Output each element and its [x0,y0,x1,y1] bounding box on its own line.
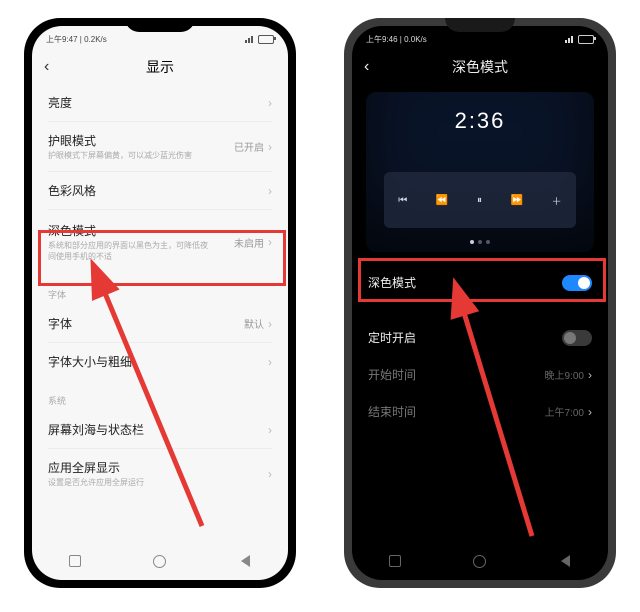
nav-back[interactable] [557,553,573,569]
preview-clock: 2:36 [455,108,506,134]
section-header-system: 系统 [32,380,288,411]
back-button[interactable]: ‹ [44,58,49,76]
row-dark-mode[interactable]: 深色模式 系统和部分应用的界面以黑色为主，可降低夜间使用手机的不适 未启用 › [32,210,288,274]
row-brightness[interactable]: 亮度 › [32,84,288,121]
row-label: 结束时间 [368,403,416,420]
signal-icon [245,36,255,43]
row-fullscreen-apps[interactable]: 应用全屏显示 设置是否允许应用全屏运行 › [32,449,288,498]
notch [445,18,515,32]
section-header-font: 字体 [32,274,288,305]
dot [470,240,474,244]
plus-icon: ＋ [552,193,562,208]
preview-media-card: ⏮ ⏪ ⏸ ⏩ ＋ [384,172,576,228]
row-label: 字体大小与粗细 [48,353,132,370]
row-font[interactable]: 字体 默认 › [32,305,288,342]
title-bar: ‹ 显示 [32,50,288,84]
toggle-switch[interactable] [562,275,592,291]
settings-list: 亮度 › 护眼模式 护眼模式下屏幕偏黄，可以减少蓝光伤害 已开启 › 色彩风格 … [32,84,288,509]
chevron-right-icon: › [268,140,272,154]
chevron-right-icon: › [268,317,272,331]
nav-recents[interactable] [387,553,403,569]
row-label: 深色模式 [368,274,416,291]
nav-bar [32,548,288,574]
signal-icon [565,36,575,43]
phone-left-frame: 上午9:47 | 0.2K/s ‹ 显示 亮度 › 护眼模式 护眼模式下屏幕偏黄… [24,18,296,588]
page-title: 深色模式 [452,57,508,77]
nav-home[interactable] [152,553,168,569]
back-button[interactable]: ‹ [364,58,369,76]
row-schedule-toggle[interactable]: 定时开启 [352,319,608,356]
nav-home[interactable] [472,553,488,569]
forward-icon: ⏩ [511,195,523,206]
row-label: 护眼模式 [48,132,192,149]
row-label: 屏幕刘海与状态栏 [48,421,144,438]
notch [125,18,195,32]
chevron-right-icon: › [268,423,272,437]
dark-mode-preview: 2:36 ⏮ ⏪ ⏸ ⏩ ＋ [366,92,594,252]
dot [486,240,490,244]
toggle-switch[interactable] [562,330,592,346]
row-end-time: 结束时间 上午7:00 › [352,393,608,430]
row-dark-mode-toggle[interactable]: 深色模式 [352,264,608,301]
status-time: 上午9:47 | 0.2K/s [46,34,107,45]
pause-icon: ⏸ [477,195,482,206]
row-eye-comfort[interactable]: 护眼模式 护眼模式下屏幕偏黄，可以减少蓝光伤害 已开启 › [32,122,288,171]
chevron-right-icon: › [268,235,272,249]
status-icons [245,35,274,44]
battery-icon [578,35,594,44]
row-label: 应用全屏显示 [48,459,144,476]
screen-right: 上午9:46 | 0.0K/s ‹ 深色模式 2:36 ⏮ ⏪ ⏸ ⏩ ＋ [352,26,608,580]
dot [478,240,482,244]
row-subtext: 设置是否允许应用全屏运行 [48,478,144,488]
battery-icon [258,35,274,44]
row-value: 默认 [244,316,264,331]
nav-recents[interactable] [67,553,83,569]
row-color-style[interactable]: 色彩风格 › [32,172,288,209]
row-notch-statusbar[interactable]: 屏幕刘海与状态栏 › [32,411,288,448]
row-label: 字体 [48,315,72,332]
chevron-right-icon: › [268,355,272,369]
status-icons [565,35,594,44]
row-value: 晚上9:00 [545,367,584,382]
row-subtext: 系统和部分应用的界面以黑色为主，可降低夜间使用手机的不适 [48,241,208,262]
row-font-size[interactable]: 字体大小与粗细 › [32,343,288,380]
row-start-time: 开始时间 晚上9:00 › [352,356,608,393]
screen-left: 上午9:47 | 0.2K/s ‹ 显示 亮度 › 护眼模式 护眼模式下屏幕偏黄… [32,26,288,580]
nav-bar [352,548,608,574]
chevron-right-icon: › [588,368,592,382]
title-bar: ‹ 深色模式 [352,50,608,84]
row-label: 定时开启 [368,329,416,346]
phone-right-frame: 上午9:46 | 0.0K/s ‹ 深色模式 2:36 ⏮ ⏪ ⏸ ⏩ ＋ [344,18,616,588]
chevron-right-icon: › [588,405,592,419]
row-subtext: 护眼模式下屏幕偏黄，可以减少蓝光伤害 [48,151,192,161]
status-time: 上午9:46 | 0.0K/s [366,34,427,45]
chevron-right-icon: › [268,184,272,198]
row-label: 色彩风格 [48,182,96,199]
chevron-right-icon: › [268,467,272,481]
page-title: 显示 [146,57,174,77]
row-label: 开始时间 [368,366,416,383]
row-value: 已开启 [234,139,264,154]
row-value: 上午7:00 [545,404,584,419]
chevron-right-icon: › [268,96,272,110]
row-value: 未启用 [234,235,264,250]
nav-back[interactable] [237,553,253,569]
row-label: 亮度 [48,94,72,111]
rewind-icon: ⏪ [436,195,448,206]
prev-track-icon: ⏮ [398,195,407,206]
pager-dots [470,240,490,244]
row-label: 深色模式 [48,222,208,239]
